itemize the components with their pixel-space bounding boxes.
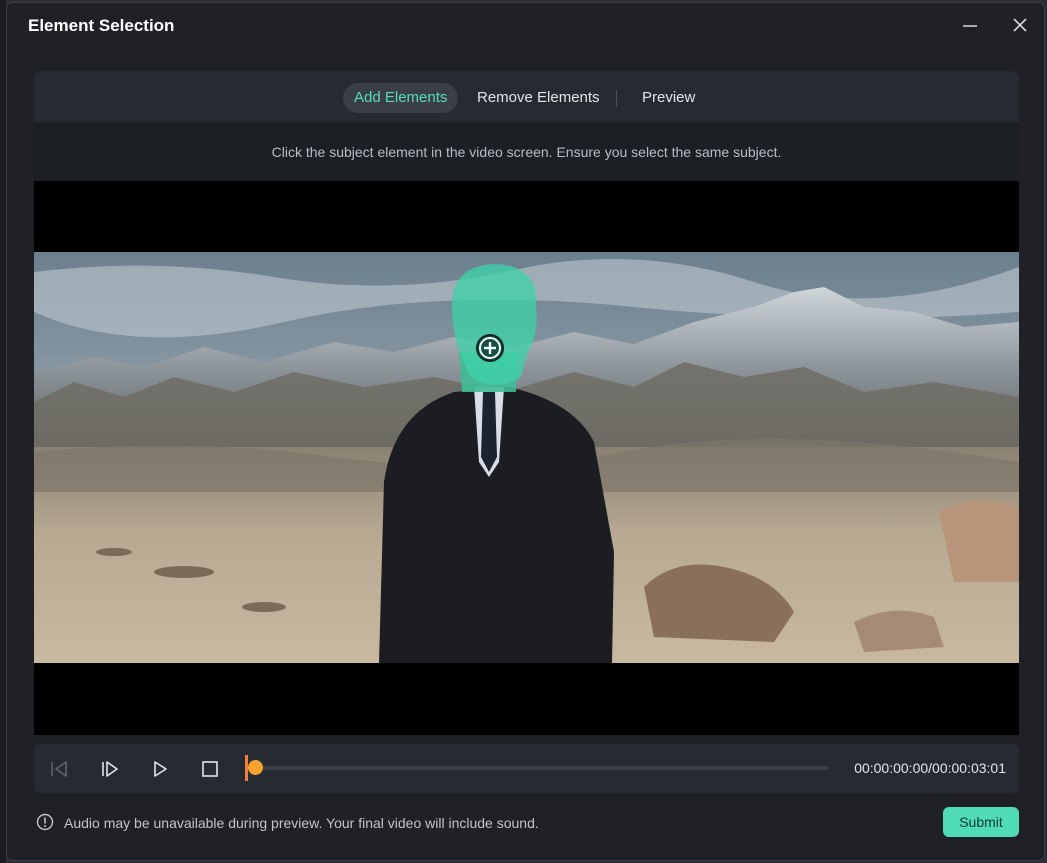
video-frame[interactable] xyxy=(34,252,1019,663)
element-selection-dialog: Element Selection Add Elements Remove El… xyxy=(6,2,1045,861)
timecode: 00:00:00:00/00:00:03:01 xyxy=(854,760,1006,776)
close-button[interactable] xyxy=(1006,12,1034,38)
tab-preview[interactable]: Preview xyxy=(631,83,706,113)
tab-add-elements[interactable]: Add Elements xyxy=(343,83,459,113)
timeline-thumb[interactable] xyxy=(248,760,263,775)
minimize-button[interactable] xyxy=(956,12,984,38)
instruction-text: Click the subject element in the video s… xyxy=(271,143,782,160)
timeline-track[interactable] xyxy=(245,755,829,781)
play-icon xyxy=(154,761,167,777)
stop-icon xyxy=(202,761,218,777)
tab-divider xyxy=(616,90,617,107)
add-point-marker[interactable] xyxy=(475,333,505,363)
next-frame-button[interactable] xyxy=(97,756,123,782)
mode-tabs: Add Elements Remove Elements Preview xyxy=(34,71,1019,122)
add-point-icon xyxy=(476,334,504,362)
prev-frame-button[interactable] xyxy=(46,756,72,782)
video-scene[interactable] xyxy=(34,252,1019,663)
prev-frame-icon xyxy=(51,761,67,777)
title-bar: Element Selection xyxy=(7,3,1044,47)
info-icon xyxy=(36,813,54,831)
playback-controls: 00:00:00:00/00:00:03:01 xyxy=(34,744,1019,793)
close-icon xyxy=(1013,18,1027,32)
next-frame-icon xyxy=(102,761,118,777)
video-canvas[interactable] xyxy=(34,181,1019,735)
tab-remove-elements[interactable]: Remove Elements xyxy=(466,83,611,113)
instruction-bar: Click the subject element in the video s… xyxy=(34,122,1019,181)
dialog-title: Element Selection xyxy=(28,16,175,35)
selection-panel: Add Elements Remove Elements Preview Cli… xyxy=(34,71,1019,181)
audio-note: Audio may be unavailable during preview.… xyxy=(64,815,539,831)
minimize-icon xyxy=(963,25,977,27)
play-button[interactable] xyxy=(147,756,173,782)
submit-button[interactable]: Submit xyxy=(943,807,1019,837)
stop-button[interactable] xyxy=(197,756,223,782)
